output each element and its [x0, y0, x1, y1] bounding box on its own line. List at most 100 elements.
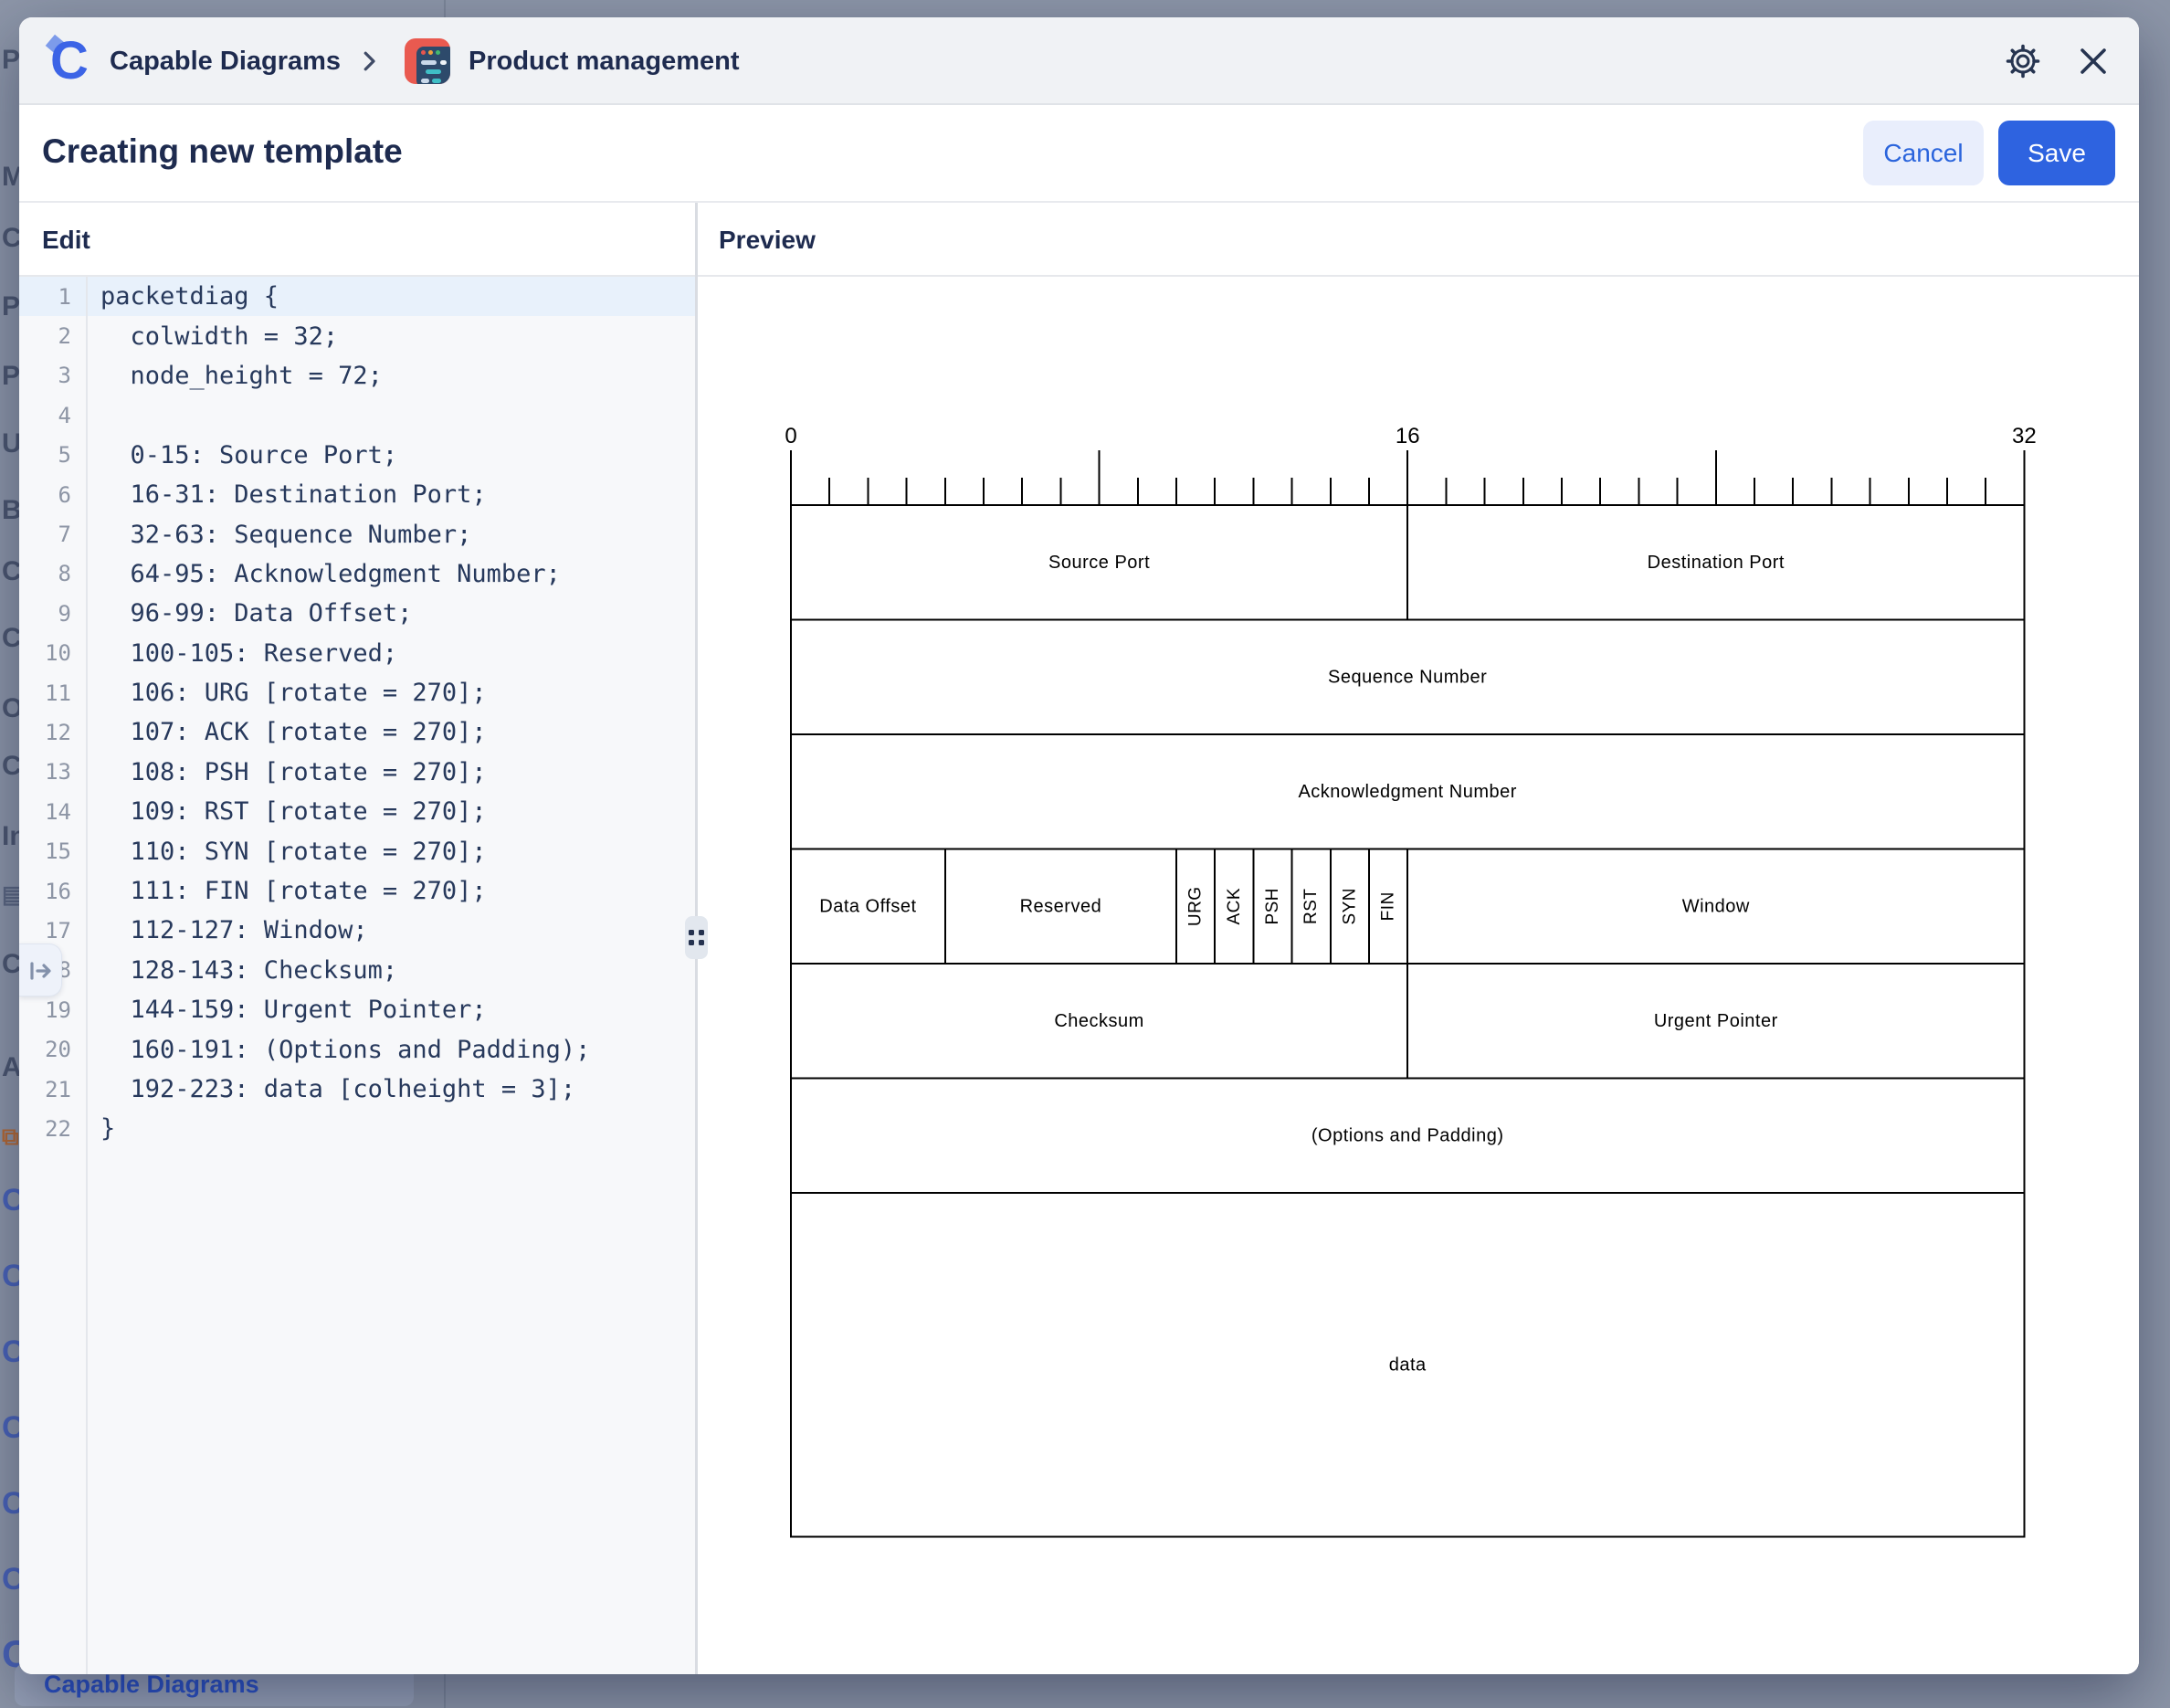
diagram-cell-label: PSH	[1263, 888, 1282, 925]
code-line-number: 2	[19, 323, 71, 349]
diagram-cell-label: Data Offset	[819, 896, 916, 916]
code-line-number: 5	[19, 442, 71, 468]
close-button[interactable]	[2075, 43, 2112, 79]
diagram-cell-label: Destination Port	[1648, 553, 1785, 573]
breadcrumb-page[interactable]: Product management	[469, 17, 740, 105]
background-logo-icon: C	[2, 1564, 19, 1595]
code-line-number: 19	[19, 997, 71, 1023]
code-line-text: node_height = 72;	[100, 362, 383, 390]
code-line[interactable]: 5 0-15: Source Port;	[19, 436, 695, 475]
code-line[interactable]: 4	[19, 395, 695, 435]
diagram-cell-label: Window	[1682, 896, 1750, 916]
diagram-cell-label: Urgent Pointer	[1654, 1011, 1778, 1031]
background-sidebar-fragment: Pr	[2, 293, 19, 321]
code-line-number: 20	[19, 1037, 71, 1062]
code-line-text: 106: URG [rotate = 270];	[100, 679, 487, 707]
code-line-text: 64-95: Acknowledgment Number;	[100, 560, 561, 588]
modal-topbar: C Capable Diagrams Product management	[19, 17, 2139, 105]
code-line-number: 7	[19, 522, 71, 547]
background-panel-divider	[444, 0, 446, 17]
close-icon	[2075, 43, 2112, 79]
diagram-preview: 01632Source PortDestination PortSequence…	[698, 277, 2139, 1674]
background-sidebar-fragment: Ca	[2, 558, 19, 585]
background-sidebar-fragment: Cr	[2, 951, 19, 978]
background-sidebar-fragment: O	[2, 695, 19, 722]
code-line-number: 6	[19, 482, 71, 508]
code-line-text: 108: PSH [rotate = 270];	[100, 758, 487, 786]
code-line[interactable]: 22}	[19, 1109, 695, 1148]
code-line-number: 15	[19, 838, 71, 864]
gutter-separator	[86, 277, 88, 1674]
template-editor-modal: C Capable Diagrams Product management	[19, 17, 2139, 1674]
code-line-text: 100-105: Reserved;	[100, 639, 397, 668]
code-line-text: 16-31: Destination Port;	[100, 480, 487, 509]
code-line[interactable]: 13 108: PSH [rotate = 270];	[19, 753, 695, 792]
code-line[interactable]: 7 32-63: Sequence Number;	[19, 514, 695, 554]
collapse-editor-button[interactable]	[19, 944, 62, 996]
code-line-text: 96-99: Data Offset;	[100, 599, 412, 627]
code-line-number: 8	[19, 561, 71, 586]
code-line-number: 13	[19, 759, 71, 785]
chevron-right-icon	[355, 47, 383, 75]
save-button[interactable]: Save	[1998, 121, 2115, 185]
code-lines: 1packetdiag {2 colwidth = 32;3 node_heig…	[19, 277, 695, 1149]
code-editor[interactable]: 1packetdiag {2 colwidth = 32;3 node_heig…	[19, 277, 695, 1674]
background-sidebar-fragment: AP	[2, 1054, 19, 1081]
app-icon-page	[416, 47, 450, 84]
modal-titlebar: Creating new template Cancel Save	[19, 105, 2139, 203]
code-line[interactable]: 15 110: SYN [rotate = 270];	[19, 831, 695, 870]
code-line-text: 109: RST [rotate = 270];	[100, 797, 487, 826]
code-line[interactable]: 11 106: URG [rotate = 270];	[19, 673, 695, 712]
code-line-text: 160-191: (Options and Padding);	[100, 1036, 590, 1064]
diagram-cell-label: Source Port	[1048, 553, 1150, 573]
breadcrumb-product[interactable]: Capable Diagrams	[110, 17, 341, 105]
background-sidebar-fragment: ▤	[2, 882, 19, 906]
background-logo-icon: C	[2, 1185, 19, 1216]
code-line[interactable]: 17 112-127: Window;	[19, 911, 695, 950]
edit-pane-header: Edit	[42, 203, 90, 277]
ruler-label: 16	[1396, 424, 1420, 448]
code-line[interactable]: 18 128-143: Checksum;	[19, 951, 695, 990]
background-logo-icon: C	[2, 1412, 19, 1443]
code-line[interactable]: 14 109: RST [rotate = 270];	[19, 792, 695, 831]
pane-resize-handle[interactable]	[685, 916, 708, 959]
code-line[interactable]: 3 node_height = 72;	[19, 356, 695, 395]
code-line[interactable]: 12 107: ACK [rotate = 270];	[19, 712, 695, 752]
background-sidebar-item-label: Capable Diagrams	[44, 1671, 259, 1699]
ruler-label: 32	[2012, 424, 2037, 448]
code-line-text: 107: ACK [rotate = 270];	[100, 718, 487, 746]
screen: PrMClPrPrUlByCaCaOClIn▤CrAP⧉CCCCCCC Capa…	[0, 0, 2170, 1708]
code-line-text: }	[100, 1114, 115, 1143]
preview-pane-header: Preview	[719, 203, 816, 277]
cancel-button[interactable]: Cancel	[1863, 121, 1984, 185]
code-line[interactable]: 1packetdiag {	[19, 277, 695, 316]
code-line[interactable]: 19 144-159: Urgent Pointer;	[19, 990, 695, 1029]
background-logo-icon: C	[2, 1488, 19, 1519]
diagram-cell-label: FIN	[1379, 891, 1398, 921]
code-line-text: 111: FIN [rotate = 270];	[100, 877, 487, 905]
code-line-text: 112-127: Window;	[100, 916, 368, 944]
ruler-label: 0	[785, 424, 796, 448]
page-title: Creating new template	[42, 132, 403, 171]
code-line[interactable]: 20 160-191: (Options and Padding);	[19, 1029, 695, 1069]
code-line-number: 11	[19, 680, 71, 706]
code-line-number: 1	[19, 284, 71, 310]
diagram-cell-label: Reserved	[1020, 896, 1102, 916]
code-line[interactable]: 9 96-99: Data Offset;	[19, 594, 695, 633]
code-line-text: 32-63: Sequence Number;	[100, 521, 471, 549]
background-sidebar-fragment: By	[2, 497, 19, 524]
background-sidebar-fragment: Cl	[2, 225, 19, 252]
code-line[interactable]: 8 64-95: Acknowledgment Number;	[19, 554, 695, 594]
code-line[interactable]: 16 111: FIN [rotate = 270];	[19, 871, 695, 911]
code-line[interactable]: 21 192-223: data [colheight = 3];	[19, 1070, 695, 1109]
code-line[interactable]: 2 colwidth = 32;	[19, 316, 695, 355]
background-logo-icon: C	[2, 1336, 19, 1367]
background-sidebar-fragment: ⧉	[2, 1124, 19, 1148]
background-sidebar-fragment: Ca	[2, 625, 19, 652]
product-management-app-icon	[405, 38, 450, 84]
code-line[interactable]: 6 16-31: Destination Port;	[19, 475, 695, 514]
settings-button[interactable]	[2005, 43, 2041, 79]
diagram-cell-label: SYN	[1340, 888, 1359, 925]
code-line[interactable]: 10 100-105: Reserved;	[19, 634, 695, 673]
diagram-cell-label: (Options and Padding)	[1311, 1125, 1504, 1145]
